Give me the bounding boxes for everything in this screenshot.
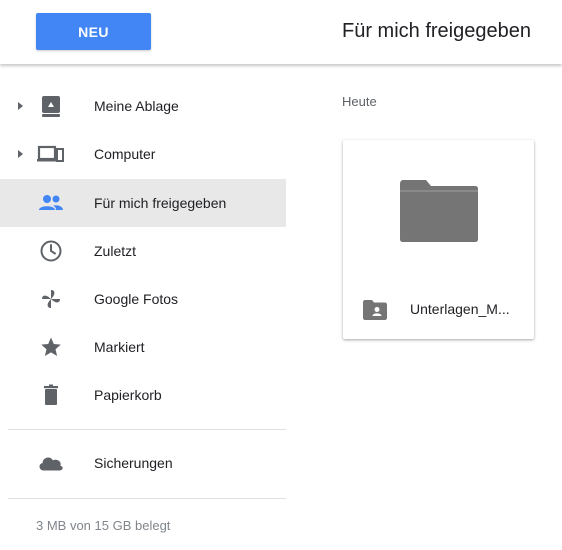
sidebar: Meine Ablage Computer Für mich freigegeb…	[0, 66, 286, 550]
clock-icon	[37, 237, 65, 265]
sidebar-item-label: Computer	[94, 146, 156, 162]
pinwheel-icon	[37, 285, 65, 313]
expand-arrow-icon[interactable]	[18, 150, 23, 158]
star-icon	[37, 333, 65, 361]
trash-icon	[37, 381, 65, 409]
sidebar-item-shared-with-me[interactable]: Für mich freigegeben	[0, 179, 286, 227]
sidebar-item-recent[interactable]: Zuletzt	[0, 227, 286, 275]
folder-preview	[343, 140, 534, 282]
sidebar-item-backups[interactable]: Sicherungen	[0, 439, 286, 487]
sidebar-item-label: Für mich freigegeben	[94, 195, 227, 211]
sidebar-item-trash[interactable]: Papierkorb	[0, 371, 286, 419]
sidebar-item-starred[interactable]: Markiert	[0, 323, 286, 371]
my-drive-icon	[37, 92, 65, 120]
expand-arrow-icon[interactable]	[18, 102, 23, 110]
sidebar-item-label: Zuletzt	[94, 243, 137, 259]
app-header: NEU Für mich freigegeben	[0, 0, 562, 64]
sidebar-item-label: Markiert	[94, 339, 145, 355]
section-title-today: Heute	[342, 94, 377, 109]
divider	[8, 429, 286, 430]
new-button[interactable]: NEU	[36, 13, 151, 50]
computer-icon	[37, 140, 65, 168]
cloud-icon	[37, 449, 65, 477]
sidebar-item-my-drive[interactable]: Meine Ablage	[0, 82, 286, 130]
shared-folder-icon	[363, 300, 387, 320]
file-name: Unterlagen_M...	[410, 301, 510, 317]
file-card[interactable]: Unterlagen_M...	[343, 140, 534, 339]
divider	[8, 498, 286, 499]
page-title: Für mich freigegeben	[342, 20, 531, 42]
sidebar-item-computer[interactable]: Computer	[0, 130, 286, 178]
storage-usage-text: 3 MB von 15 GB belegt	[36, 518, 171, 533]
sidebar-item-label: Meine Ablage	[94, 98, 179, 114]
folder-icon	[399, 180, 478, 242]
sidebar-item-label: Papierkorb	[94, 387, 162, 403]
file-card-footer: Unterlagen_M...	[343, 290, 534, 330]
sidebar-item-label: Google Fotos	[94, 291, 179, 307]
shared-people-icon	[37, 189, 65, 217]
sidebar-item-label: Sicherungen	[94, 455, 173, 471]
sidebar-item-google-photos[interactable]: Google Fotos	[0, 275, 286, 323]
